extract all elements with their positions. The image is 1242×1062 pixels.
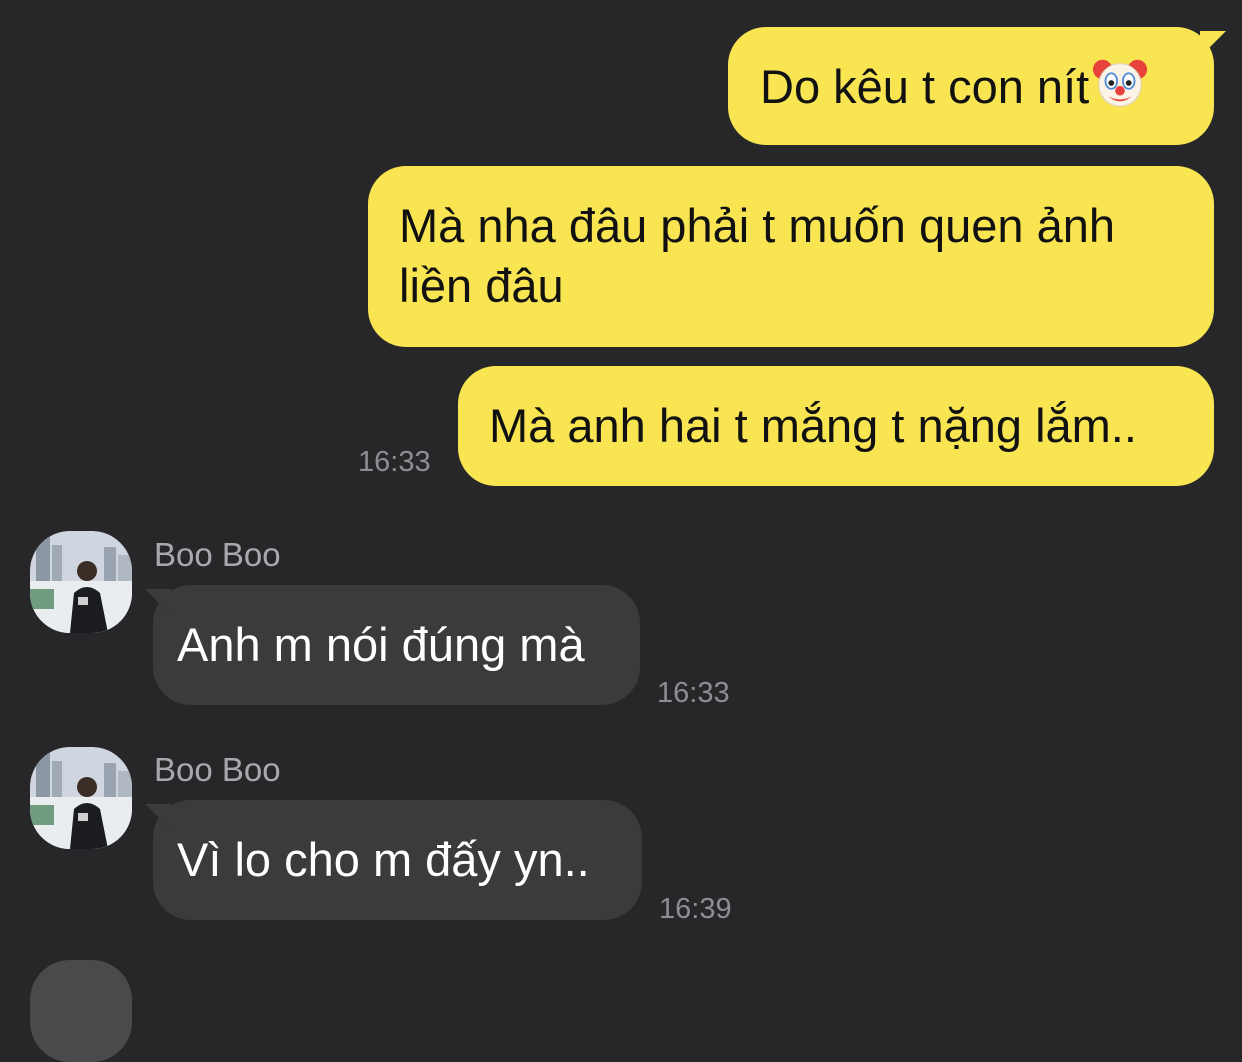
incoming-message[interactable]: Vì lo cho m đấy yn.. — [153, 800, 642, 920]
sender-name: Boo Boo — [154, 751, 281, 788]
outgoing-message[interactable]: Mà nha đâu phải t muốn quen ảnh liền đâu — [368, 166, 1214, 347]
outgoing-message[interactable]: Mà anh hai t mắng t nặng lắm.. — [458, 366, 1214, 486]
timestamp: 16:33 — [657, 677, 730, 709]
message-text: Anh m nói đúng mà — [177, 618, 585, 671]
timestamp: 16:39 — [659, 893, 732, 925]
clown-face-icon — [1091, 54, 1149, 112]
message-text: Mà anh hai t mắng t nặng lắm.. — [489, 399, 1137, 452]
timestamp: 16:33 — [358, 446, 431, 478]
avatar[interactable] — [30, 531, 132, 633]
outgoing-message[interactable]: Do kêu t con nít — [728, 27, 1214, 145]
message-text: Do kêu t con nít — [760, 60, 1090, 113]
profile-photo — [30, 531, 132, 633]
message-text-line: liền đâu — [399, 259, 564, 312]
sender-name: Boo Boo — [154, 536, 281, 573]
message-text-line: Mà nha đâu phải t muốn quen ảnh — [399, 199, 1115, 252]
avatar[interactable] — [30, 960, 132, 1062]
chat-thread[interactable]: Do kêu t con nít Mà nha đâu phải t muốn … — [0, 0, 1242, 1062]
message-text: Vì lo cho m đấy yn.. — [177, 833, 590, 886]
incoming-message[interactable]: Anh m nói đúng mà — [153, 585, 640, 705]
profile-photo — [30, 747, 132, 849]
avatar[interactable] — [30, 747, 132, 849]
